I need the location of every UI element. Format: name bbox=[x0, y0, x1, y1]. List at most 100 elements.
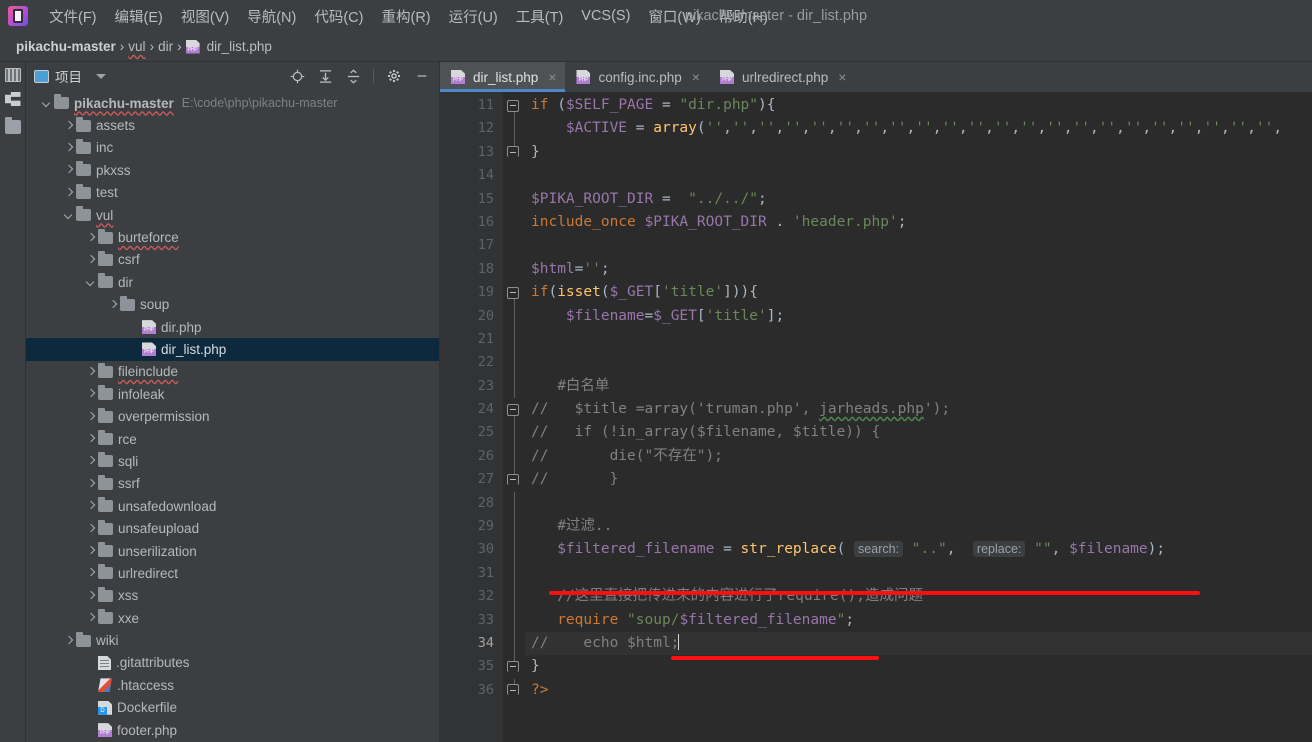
code-line[interactable] bbox=[525, 562, 1312, 585]
breadcrumb-item-3[interactable]: dir_list.php bbox=[182, 38, 276, 55]
expand-all-icon[interactable] bbox=[314, 65, 336, 87]
tree-item[interactable]: unsafedownload bbox=[26, 495, 439, 517]
chevron-right-icon[interactable] bbox=[84, 410, 97, 423]
source-code[interactable]: if ($SELF_PAGE = "dir.php"){ $ACTIVE = a… bbox=[525, 92, 1312, 742]
code-line[interactable]: // if (!in_array($filename, $title)) { bbox=[525, 421, 1312, 444]
code-line[interactable]: // } bbox=[525, 468, 1312, 491]
tree-item[interactable]: infoleak bbox=[26, 383, 439, 405]
code-line[interactable]: // $title =array('truman.php', jarheads.… bbox=[525, 398, 1312, 421]
hide-panel-icon[interactable] bbox=[411, 65, 433, 87]
chevron-right-icon[interactable] bbox=[84, 455, 97, 468]
editor-tab-dir_list-php[interactable]: dir_list.php × bbox=[440, 62, 566, 92]
fold-collapse-icon[interactable] bbox=[507, 99, 519, 112]
tree-item[interactable]: .gitattributes bbox=[26, 652, 439, 674]
tree-item[interactable]: pikachu-master E:\code\php\pikachu-master bbox=[26, 92, 439, 114]
folder-rail-icon[interactable] bbox=[4, 117, 21, 134]
code-viewport[interactable]: 11 12 13 14 15 16 17 18 19 20 21 22 23 24 25 26 27 28 29 30… bbox=[440, 92, 1312, 742]
chevron-right-icon[interactable] bbox=[62, 186, 75, 199]
fold-end-icon[interactable] bbox=[507, 660, 519, 672]
menu-item-4[interactable]: 代码(C) bbox=[305, 3, 372, 30]
breadcrumb-item-2[interactable]: dir bbox=[154, 38, 177, 55]
tree-item[interactable]: xxe bbox=[26, 607, 439, 629]
fold-end-icon[interactable] bbox=[507, 684, 519, 696]
code-line[interactable]: } bbox=[525, 655, 1312, 678]
code-line[interactable]: $filename=$_GET['title']; bbox=[525, 305, 1312, 328]
code-line[interactable]: $filtered_filename = str_replace( search… bbox=[525, 538, 1312, 561]
chevron-right-icon[interactable] bbox=[84, 500, 97, 513]
code-line[interactable]: if(isset($_GET['title'])){ bbox=[525, 281, 1312, 304]
breadcrumb[interactable]: pikachu-master›vul›dir›dir_list.php bbox=[0, 32, 1312, 62]
chevron-right-icon[interactable] bbox=[84, 589, 97, 602]
tree-item[interactable]: inc bbox=[26, 137, 439, 159]
close-icon[interactable]: × bbox=[548, 69, 556, 85]
chevron-down-icon[interactable] bbox=[62, 209, 75, 222]
project-file-tree[interactable]: pikachu-master E:\code\php\pikachu-master… bbox=[26, 90, 439, 742]
tree-item[interactable]: .htaccess bbox=[26, 674, 439, 696]
collapse-all-icon[interactable] bbox=[342, 65, 364, 87]
code-line[interactable]: if ($SELF_PAGE = "dir.php"){ bbox=[525, 94, 1312, 117]
tree-item[interactable]: test bbox=[26, 182, 439, 204]
breadcrumb-item-0[interactable]: pikachu-master bbox=[12, 38, 120, 55]
breadcrumb-item-1[interactable]: vul bbox=[124, 38, 149, 55]
menu-item-7[interactable]: 工具(T) bbox=[507, 3, 573, 30]
code-line[interactable]: #过滤.. bbox=[525, 515, 1312, 538]
code-line[interactable] bbox=[525, 492, 1312, 515]
tree-item[interactable]: sqli bbox=[26, 450, 439, 472]
code-line[interactable]: //这里直接把传进来的内容进行了require(),造成问题 bbox=[525, 585, 1312, 608]
chevron-right-icon[interactable] bbox=[84, 545, 97, 558]
tree-item[interactable]: fileinclude bbox=[26, 361, 439, 383]
code-line[interactable]: include_once $PIKA_ROOT_DIR . 'header.ph… bbox=[525, 211, 1312, 234]
fold-end-icon[interactable] bbox=[507, 146, 519, 158]
chevron-down-icon[interactable] bbox=[40, 97, 53, 110]
chevron-right-icon[interactable] bbox=[62, 141, 75, 154]
chevron-right-icon[interactable] bbox=[84, 612, 97, 625]
locate-file-icon[interactable] bbox=[286, 65, 308, 87]
tree-item[interactable]: unsafeupload bbox=[26, 517, 439, 539]
project-rail-icon[interactable] bbox=[4, 68, 21, 82]
tree-item[interactable]: soup bbox=[26, 294, 439, 316]
code-line[interactable]: $html=''; bbox=[525, 258, 1312, 281]
fold-collapse-icon[interactable] bbox=[507, 286, 519, 299]
code-line[interactable]: require "soup/$filtered_filename"; bbox=[525, 609, 1312, 632]
tree-item[interactable]: unserilization bbox=[26, 540, 439, 562]
fold-end-icon[interactable] bbox=[507, 473, 519, 485]
chevron-right-icon[interactable] bbox=[84, 433, 97, 446]
chevron-right-icon[interactable] bbox=[84, 477, 97, 490]
code-line[interactable]: // die("不存在"); bbox=[525, 445, 1312, 468]
code-line[interactable] bbox=[525, 351, 1312, 374]
editor-tab-bar[interactable]: dir_list.php×config.inc.php×urlredirect.… bbox=[440, 62, 1312, 92]
chevron-right-icon[interactable] bbox=[84, 231, 97, 244]
menu-item-6[interactable]: 运行(U) bbox=[440, 3, 507, 30]
menu-item-10[interactable]: 帮助(H) bbox=[710, 3, 777, 30]
tree-item[interactable]: xss bbox=[26, 585, 439, 607]
code-line[interactable]: ?> bbox=[525, 679, 1312, 702]
chevron-right-icon[interactable] bbox=[84, 567, 97, 580]
editor-tab-urlredirect-php[interactable]: urlredirect.php × bbox=[709, 62, 855, 92]
close-icon[interactable]: × bbox=[692, 69, 700, 85]
code-line[interactable] bbox=[525, 234, 1312, 257]
chevron-right-icon[interactable] bbox=[84, 522, 97, 535]
tree-item[interactable]: wiki bbox=[26, 629, 439, 651]
chevron-right-icon[interactable] bbox=[62, 119, 75, 132]
tree-item[interactable]: ssrf bbox=[26, 473, 439, 495]
structure-rail-icon[interactable] bbox=[4, 92, 21, 106]
tree-item[interactable]: footer.php bbox=[26, 719, 439, 741]
code-line[interactable]: #白名单 bbox=[525, 375, 1312, 398]
settings-gear-icon[interactable] bbox=[383, 65, 405, 87]
tree-item[interactable]: csrf bbox=[26, 249, 439, 271]
tree-item[interactable]: urlredirect bbox=[26, 562, 439, 584]
menu-item-9[interactable]: 窗口(W) bbox=[639, 3, 709, 30]
code-line[interactable]: // echo $html; bbox=[525, 631, 1312, 656]
code-folding-gutter[interactable] bbox=[503, 92, 525, 742]
menu-item-5[interactable]: 重构(R) bbox=[372, 3, 439, 30]
tree-item[interactable]: overpermission bbox=[26, 405, 439, 427]
menu-item-1[interactable]: 编辑(E) bbox=[106, 3, 172, 30]
editor-tab-config-inc-php[interactable]: config.inc.php × bbox=[565, 62, 709, 92]
menu-item-0[interactable]: 文件(F) bbox=[40, 3, 106, 30]
chevron-right-icon[interactable] bbox=[62, 634, 75, 647]
menu-item-8[interactable]: VCS(S) bbox=[572, 5, 639, 27]
tree-item[interactable]: rce bbox=[26, 428, 439, 450]
chevron-right-icon[interactable] bbox=[84, 365, 97, 378]
fold-collapse-icon[interactable] bbox=[507, 403, 519, 416]
menu-item-2[interactable]: 视图(V) bbox=[172, 3, 238, 30]
